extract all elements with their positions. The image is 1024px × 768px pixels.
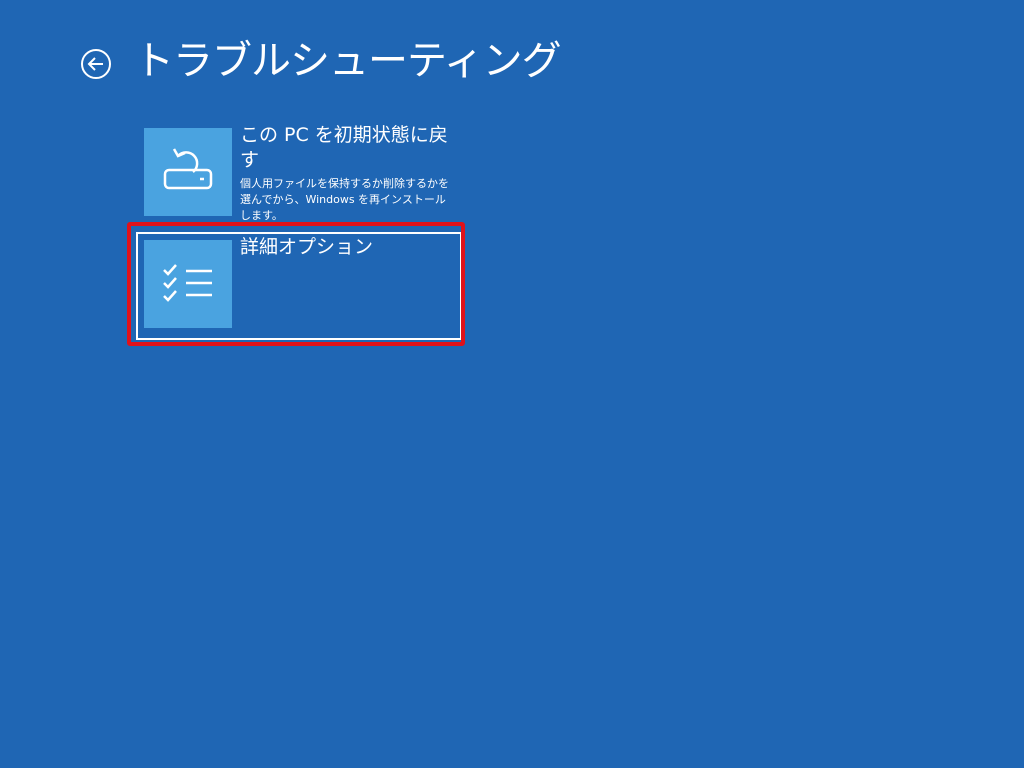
- reset-pc-tile: [144, 128, 232, 216]
- page-title: トラブルシューティング: [134, 38, 562, 84]
- advanced-options-option[interactable]: 詳細オプション: [136, 232, 462, 340]
- advanced-options-title: 詳細オプション: [240, 236, 374, 258]
- advanced-options-tile: [144, 240, 232, 328]
- reset-pc-title: この PC を初期状態に戻す: [240, 124, 448, 171]
- back-button[interactable]: [80, 48, 112, 80]
- back-arrow-icon: [80, 48, 112, 80]
- reset-pc-option[interactable]: この PC を初期状態に戻す 個人用ファイルを保持するか削除するかを選んでから、…: [136, 120, 462, 228]
- reset-pc-description: 個人用ファイルを保持するか削除するかを選んでから、Windows を再インストー…: [240, 177, 449, 222]
